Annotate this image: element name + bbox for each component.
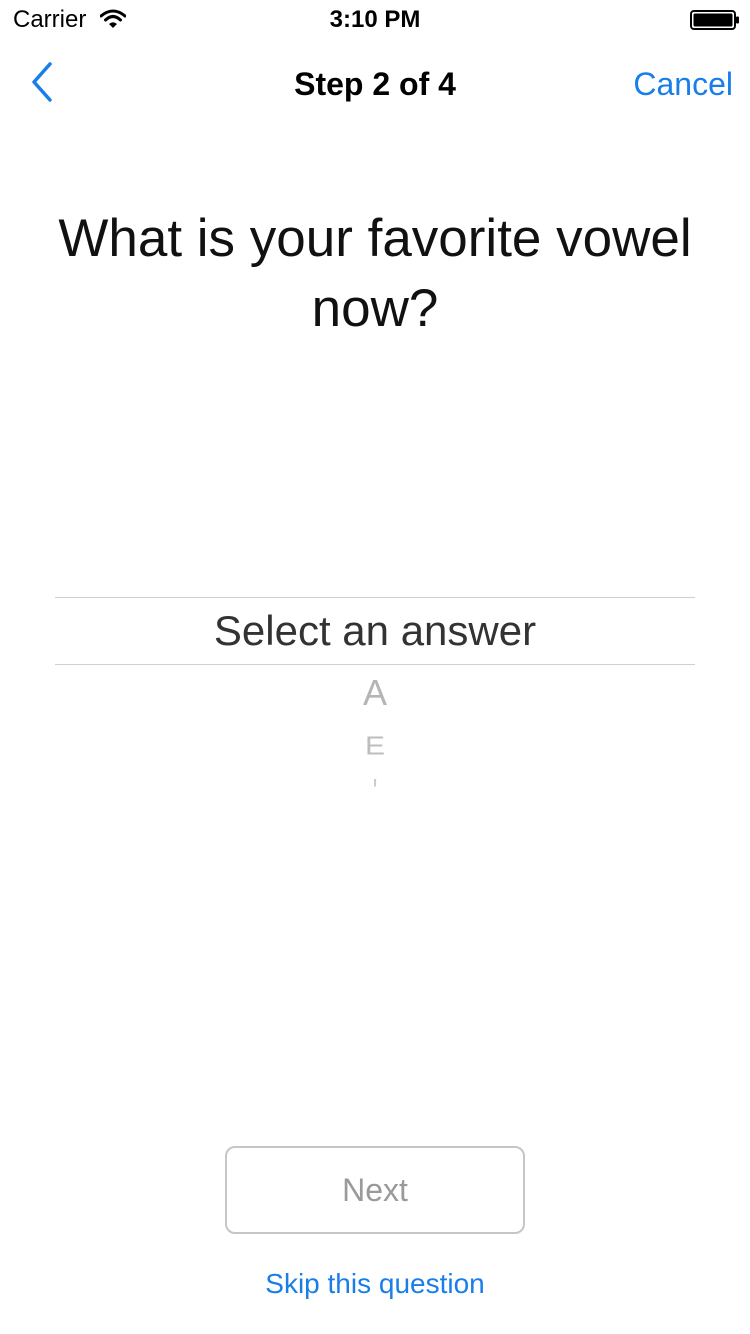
status-time: 3:10 PM (329, 6, 421, 33)
status-bar: Carrier 3:10 PM (0, 0, 750, 40)
picker-option-a[interactable]: A (55, 673, 695, 713)
cancel-button[interactable]: Cancel (633, 64, 733, 104)
picker-selected-row[interactable]: Select an answer (55, 597, 695, 665)
back-button[interactable] (20, 60, 64, 108)
skip-question-link[interactable]: Skip this question (0, 1266, 750, 1302)
picker-option-i[interactable]: I (55, 777, 695, 788)
answer-picker[interactable]: Select an answer A E I (55, 597, 695, 817)
battery-icon (690, 10, 740, 30)
question-title: What is your favorite vowel now? (58, 209, 692, 338)
next-button[interactable]: Next (225, 1146, 525, 1234)
nav-title: Step 2 of 4 (294, 66, 456, 102)
picker-option-e[interactable]: E (55, 733, 695, 760)
chevron-left-icon (30, 61, 54, 107)
